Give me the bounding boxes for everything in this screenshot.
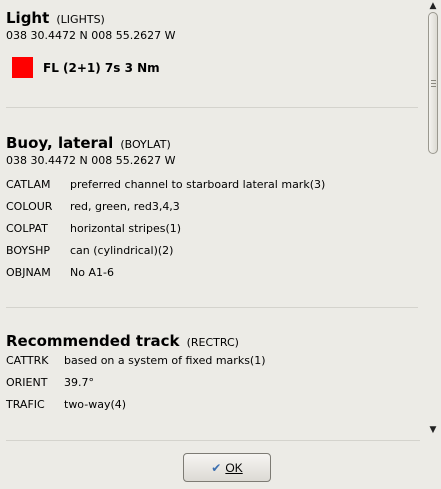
buoy-section: Buoy, lateral (BOYLAT) 038 30.4472 N 008…: [0, 133, 424, 167]
light-characteristic: FL (2+1) 7s 3 Nm: [43, 60, 160, 75]
light-section: Light (LIGHTS) 038 30.4472 N 008 55.2627…: [0, 8, 424, 42]
track-title-row: Recommended track (RECTRC): [6, 331, 424, 350]
attribute-row-boyshp: BOYSHP can (cylindrical)(2): [6, 244, 173, 257]
track-code: (RECTRC): [186, 336, 239, 349]
attribute-value: based on a system of fixed marks(1): [64, 354, 266, 367]
attribute-row-objnam: OBJNAM No A1-6: [6, 266, 114, 279]
footer-divider: [6, 440, 420, 441]
attribute-value: horizontal stripes(1): [70, 222, 182, 235]
scrollbar-thumb[interactable]: [428, 12, 438, 154]
attribute-key: TRAFIC: [6, 398, 45, 411]
attribute-key: OBJNAM: [6, 266, 51, 279]
buoy-title-row: Buoy, lateral (BOYLAT): [6, 133, 424, 152]
buoy-coordinates: 038 30.4472 N 008 55.2627 W: [6, 154, 176, 167]
ok-button-label: OK: [225, 460, 243, 475]
section-divider: [6, 307, 418, 308]
vertical-scrollbar[interactable]: ▲ ▼: [426, 0, 440, 442]
light-color-swatch: [12, 57, 33, 78]
attribute-value: No A1-6: [70, 266, 114, 279]
chevron-down-icon[interactable]: ▼: [426, 424, 440, 436]
attribute-row-colpat: COLPAT horizontal stripes(1): [6, 222, 181, 235]
checkmark-icon: ✔: [211, 460, 222, 475]
attribute-row-trafic: TRAFIC two-way(4): [6, 398, 126, 411]
light-title: Light: [6, 9, 50, 27]
attribute-value: red, green, red3,4,3: [70, 200, 180, 213]
track-section: Recommended track (RECTRC): [0, 331, 424, 350]
attribute-key: COLOUR: [6, 200, 53, 213]
light-characteristic-row: FL (2+1) 7s 3 Nm: [12, 57, 160, 78]
grip-icon: [431, 80, 436, 87]
attribute-value: 39.7°: [64, 376, 94, 389]
light-title-row: Light (LIGHTS): [6, 8, 424, 27]
track-title: Recommended track: [6, 332, 180, 350]
section-divider: [6, 107, 418, 108]
attribute-row-cattrk: CATTRK based on a system of fixed marks(…: [6, 354, 266, 367]
attribute-row-colour: COLOUR red, green, red3,4,3: [6, 200, 180, 213]
attribute-key: ORIENT: [6, 376, 48, 389]
ok-button[interactable]: ✔ OK: [183, 453, 271, 482]
scrollbar-track[interactable]: [428, 12, 438, 408]
buoy-title: Buoy, lateral: [6, 134, 114, 152]
buoy-code: (BOYLAT): [120, 138, 171, 151]
light-coordinates: 038 30.4472 N 008 55.2627 W: [6, 29, 176, 42]
attribute-row-catlam: CATLAM preferred channel to starboard la…: [6, 178, 325, 191]
attribute-key: CATTRK: [6, 354, 49, 367]
object-query-panel[interactable]: Light (LIGHTS) 038 30.4472 N 008 55.2627…: [0, 0, 424, 442]
attribute-key: COLPAT: [6, 222, 48, 235]
attribute-value: preferred channel to starboard lateral m…: [70, 178, 326, 191]
attribute-value: can (cylindrical)(2): [70, 244, 174, 257]
attribute-row-orient: ORIENT 39.7°: [6, 376, 94, 389]
attribute-key: BOYSHP: [6, 244, 51, 257]
chevron-up-icon[interactable]: ▲: [426, 0, 440, 12]
light-code: (LIGHTS): [56, 13, 105, 26]
attribute-key: CATLAM: [6, 178, 51, 191]
attribute-value: two-way(4): [64, 398, 127, 411]
